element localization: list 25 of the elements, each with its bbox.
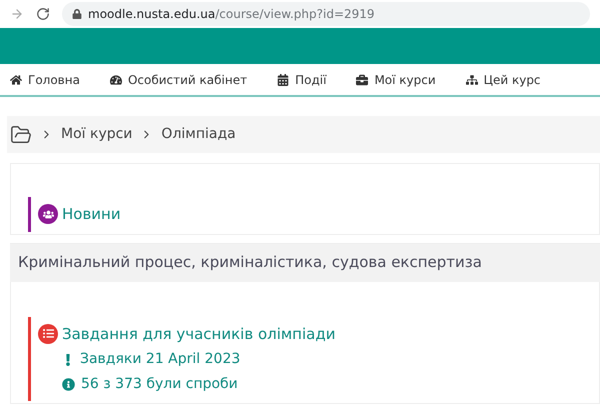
nav-link[interactable]: Цей курс [466,70,541,88]
section-title: Кримінальний процес, криміналістика, судова експертиза [10,244,600,282]
activity-link[interactable]: Новини [62,203,121,226]
nav-link[interactable]: Особистий кабінет [110,70,248,88]
gauge-icon [110,74,122,86]
breadcrumb-link[interactable]: Олімпіада [161,124,236,145]
briefcase-icon [356,74,368,86]
info-icon [62,378,75,391]
activity-link[interactable]: Завдання для учасників олімпіади [62,322,336,345]
nav-link[interactable]: Мої курси [356,70,436,88]
address-bar[interactable]: moodle.nusta.edu.ua/course/view.php?id=2919 [62,2,590,26]
activity-detail: 56 з 373 були спроби [81,375,238,394]
nav-link[interactable]: Події [277,70,326,88]
sitemap-icon [466,74,478,86]
folder-icon[interactable] [10,124,32,146]
url-text: moodle.nusta.edu.ua/course/view.php?id=2919 [88,6,375,23]
calendar-icon [277,74,290,86]
list-icon [38,324,58,344]
lock-icon [72,9,82,19]
reload-icon[interactable] [36,7,50,21]
people-icon [38,204,58,224]
breadcrumb-link[interactable]: Мої курси [61,124,132,145]
activity-detail: Завдяки 21 April 2023 [80,350,240,369]
home-icon [10,74,22,86]
nav-link[interactable]: Головна [10,70,80,88]
